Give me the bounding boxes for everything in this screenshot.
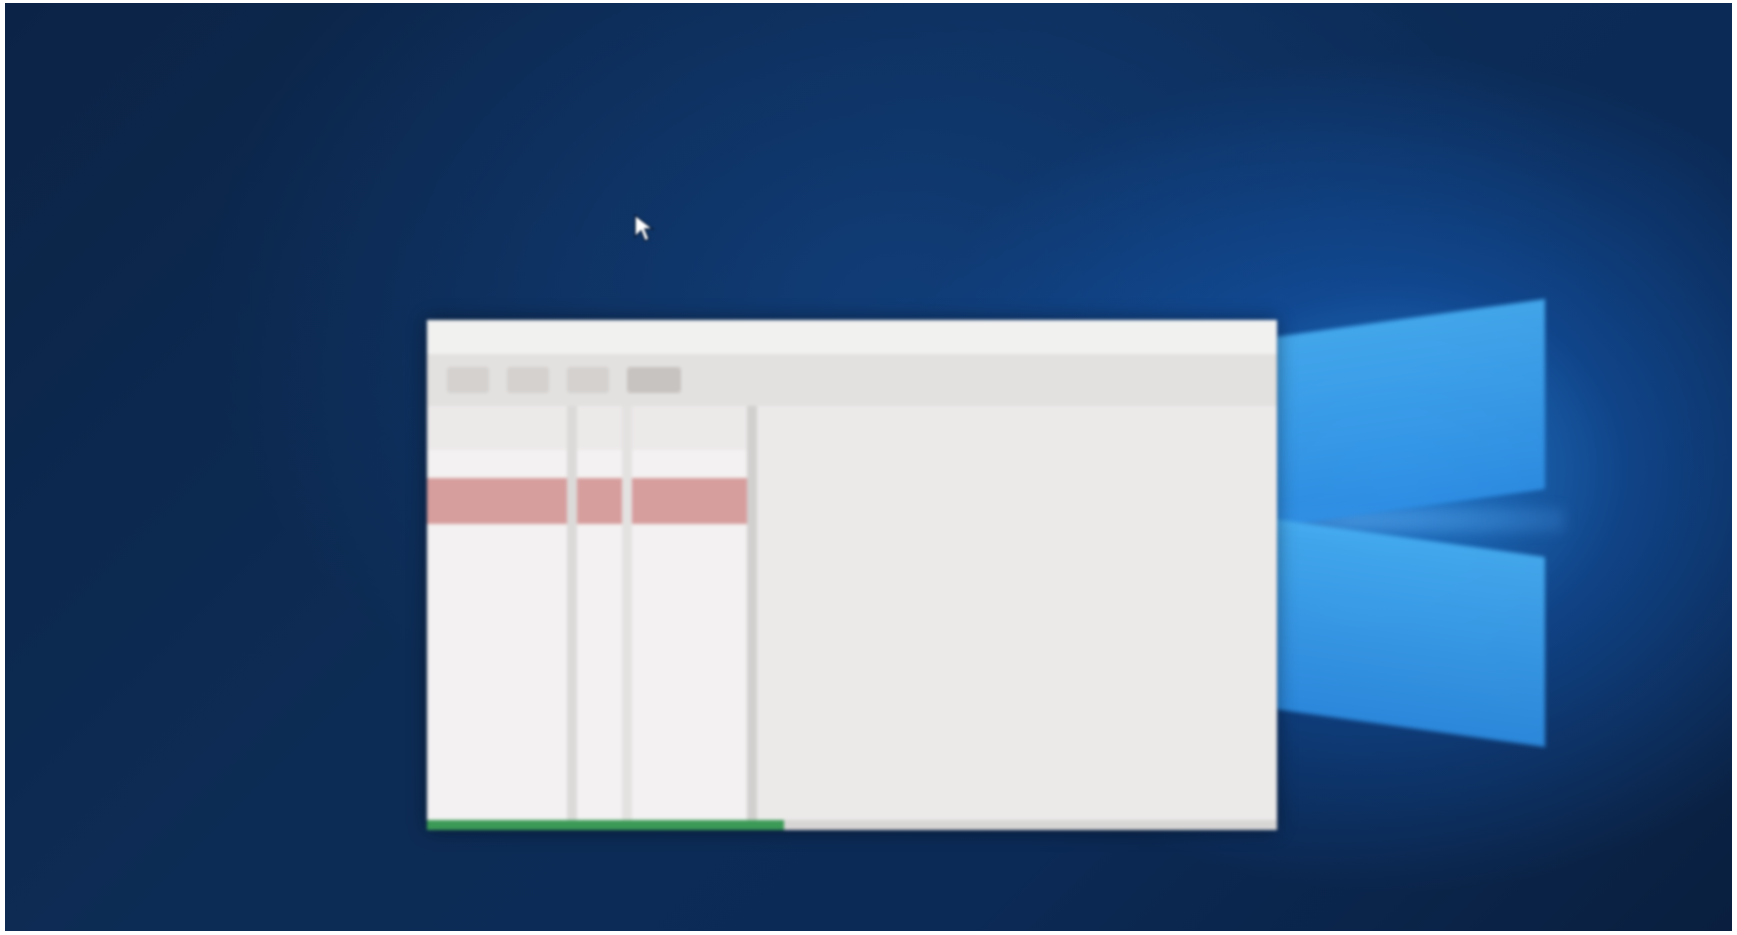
toolbar-icon[interactable] [627,367,681,393]
progress-bar-fill [427,820,784,830]
mouse-pointer-icon [633,213,656,243]
toolbar-icon[interactable] [447,367,489,393]
toolbar-icon[interactable] [507,367,549,393]
window-toolbar [427,354,1277,406]
windows-logo-pane-top [1275,299,1545,527]
window-titlebar[interactable] [427,320,1277,354]
windows-logo-pane-bottom [1275,519,1545,747]
progress-bar [427,820,1277,830]
desktop-background [5,3,1732,931]
toolbar-icon[interactable] [567,367,609,393]
app-window[interactable] [427,320,1277,830]
list-panel [427,406,847,830]
column-divider[interactable] [622,406,632,830]
column-divider[interactable] [567,406,577,830]
detail-panel [757,406,1277,830]
column-divider[interactable] [747,406,757,830]
